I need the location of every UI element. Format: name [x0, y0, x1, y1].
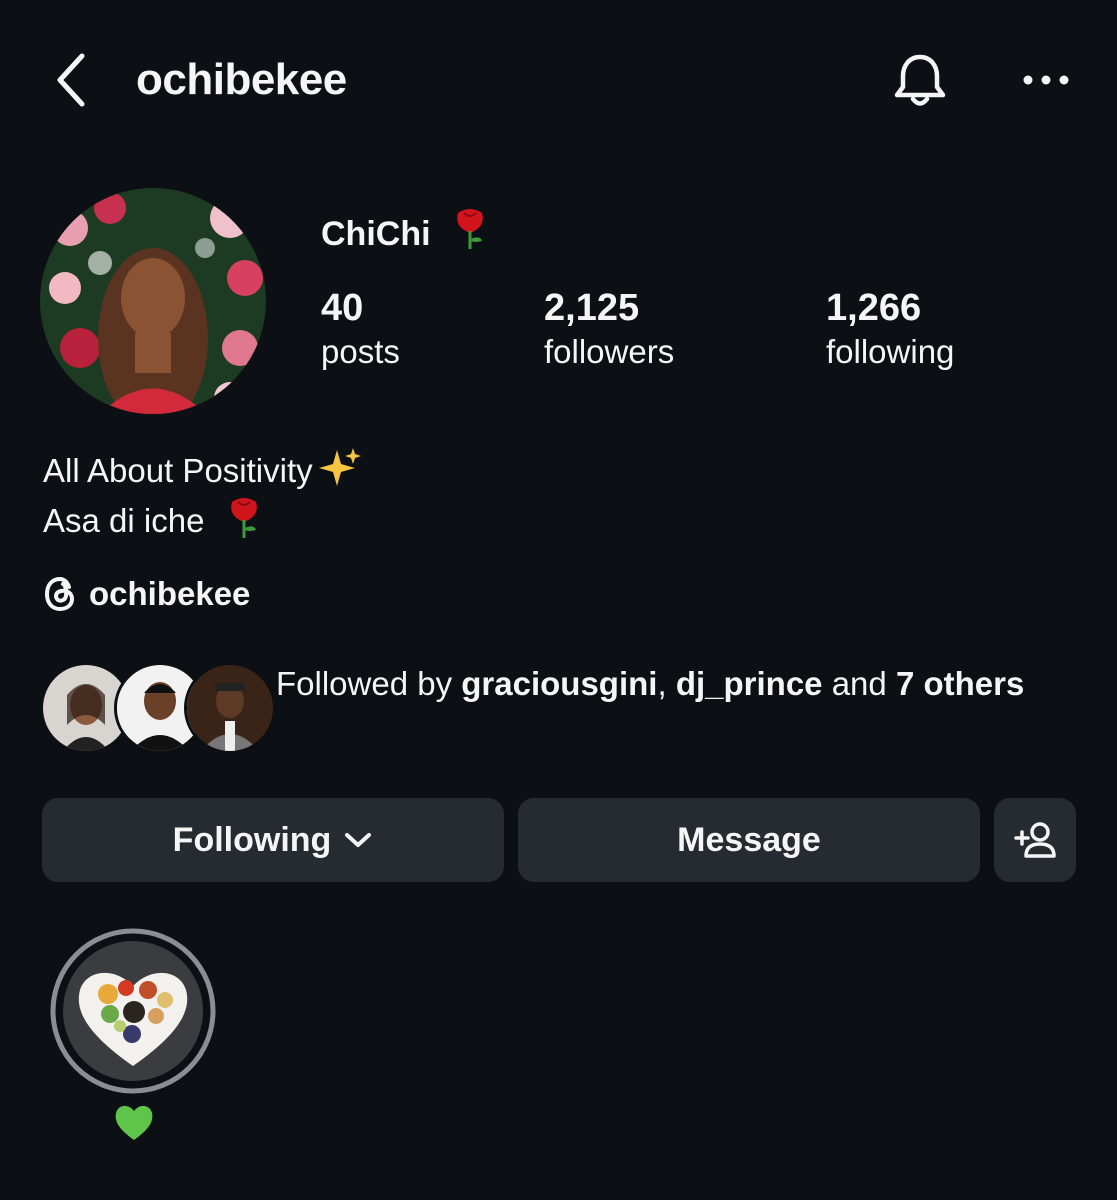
stat-posts-label: posts [321, 333, 400, 370]
following-button-label: Following [172, 820, 332, 859]
profile-username-title: ochibekee [136, 55, 347, 104]
message-button-label: Message [677, 820, 821, 859]
stat-following[interactable]: 1,266 following [826, 286, 954, 374]
followed-by-user: graciousgini [461, 665, 658, 702]
followed-by-others: 7 others [895, 665, 1025, 702]
green-heart-icon [112, 1100, 156, 1144]
stat-following-label: following [826, 333, 955, 370]
rose-icon [457, 209, 483, 249]
followed-by-middle: and [822, 665, 896, 702]
add-person-icon [1014, 822, 1056, 858]
stat-followers-count: 2,125 [544, 287, 640, 329]
story-highlight[interactable] [50, 928, 216, 1094]
bio-line-2: Asa di iche [43, 502, 205, 539]
chevron-down-icon [345, 833, 372, 847]
threads-icon [44, 576, 75, 612]
profile-avatar[interactable] [40, 188, 266, 414]
followed-by-separator: , [657, 665, 676, 702]
following-button[interactable]: Following [42, 798, 504, 882]
more-icon [1023, 75, 1069, 85]
followed-by-user: dj_prince [675, 665, 823, 702]
followed-by-text[interactable]: Followed by graciousgini, dj_prince and … [276, 660, 1036, 707]
stat-followers[interactable]: 2,125 followers [544, 286, 674, 374]
stat-followers-label: followers [544, 333, 675, 370]
display-name: ChiChi [321, 205, 490, 258]
bio-line-1: All About Positivity [43, 452, 313, 489]
bell-icon [894, 54, 946, 106]
mutual-followers-avatars[interactable] [40, 662, 276, 754]
back-button[interactable] [52, 52, 92, 108]
more-options-button[interactable] [1018, 60, 1074, 100]
back-icon [57, 53, 85, 107]
threads-link[interactable]: ochibekee [43, 570, 250, 618]
stat-following-count: 1,266 [826, 287, 922, 329]
bio: All About Positivity Asa di iche [43, 446, 361, 544]
stat-posts-count: 40 [321, 287, 364, 329]
avatar [184, 662, 276, 754]
stat-posts[interactable]: 40 posts [321, 286, 400, 374]
message-button[interactable]: Message [518, 798, 980, 882]
followed-by-prefix: Followed by [276, 665, 462, 702]
sparkles-icon [318, 448, 361, 486]
notifications-button[interactable] [890, 50, 950, 110]
display-name-text: ChiChi [321, 215, 431, 253]
rose-icon [230, 498, 257, 538]
suggested-people-button[interactable] [994, 798, 1076, 882]
threads-handle: ochibekee [89, 575, 251, 612]
